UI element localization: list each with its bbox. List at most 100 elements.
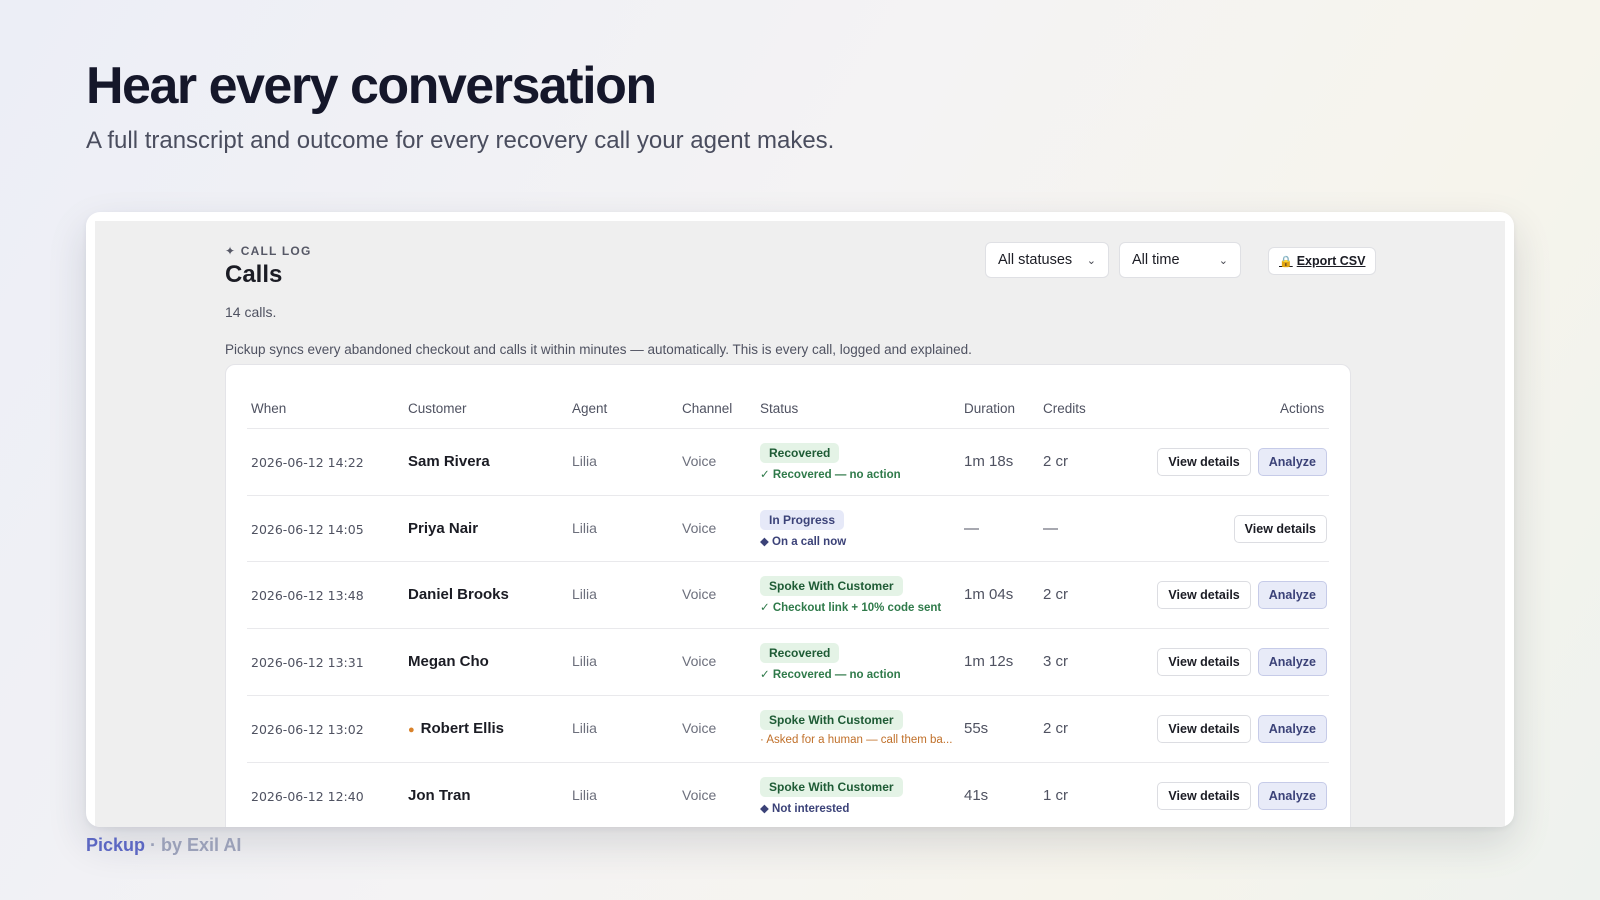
app-window: ✦ CALL LOG Calls 14 calls. All statuses … xyxy=(86,212,1514,827)
calls-table: When Customer Agent Channel Status Durat… xyxy=(225,364,1351,827)
export-csv-label: Export CSV xyxy=(1296,254,1366,268)
view-details-button[interactable]: View details xyxy=(1157,581,1251,609)
call-time: 2026-06-12 14:05 xyxy=(251,522,364,537)
view-details-button[interactable]: View details xyxy=(1233,515,1327,543)
status-note: ✓ Checkout link + 10% code sent xyxy=(760,602,942,614)
call-duration: 55s xyxy=(964,720,989,737)
column-header-when[interactable]: When xyxy=(251,401,286,416)
column-header-channel[interactable]: Channel xyxy=(682,401,732,416)
call-duration: 1m 12s xyxy=(964,653,1014,670)
column-header-actions: Actions xyxy=(1280,401,1325,416)
call-time: 2026-06-12 14:22 xyxy=(251,455,364,470)
analyze-button[interactable]: Analyze xyxy=(1257,648,1327,676)
customer-name[interactable]: ● Robert Ellis xyxy=(408,720,504,737)
section-eyebrow: ✦ CALL LOG xyxy=(225,244,312,258)
row-actions: View details Analyze xyxy=(1157,448,1327,476)
table-row[interactable]: 2026-06-12 13:31 Megan Cho Lilia Voice R… xyxy=(247,628,1329,695)
call-duration: 1m 04s xyxy=(964,586,1014,603)
status-badge: Spoke With Customer xyxy=(760,710,903,730)
analyze-button[interactable]: Analyze xyxy=(1257,715,1327,743)
export-csv-button[interactable]: 🔒 Export CSV xyxy=(1268,247,1377,275)
customer-name[interactable]: Megan Cho xyxy=(408,653,489,670)
page-title: Calls xyxy=(225,261,283,288)
channel: Voice xyxy=(682,787,717,803)
status-note: ✓ Recovered — no action xyxy=(760,469,901,481)
call-credits: — xyxy=(1043,520,1058,537)
agent-name: Lilia xyxy=(572,453,597,469)
customer-name[interactable]: Jon Tran xyxy=(408,787,471,804)
column-header-status[interactable]: Status xyxy=(760,401,798,416)
status-note: · Asked for a human — call them ba... xyxy=(760,734,953,746)
status-badge: Spoke With Customer xyxy=(760,576,903,596)
call-time: 2026-06-12 12:40 xyxy=(251,789,364,804)
table-row[interactable]: 2026-06-12 14:22 Sam Rivera Lilia Voice … xyxy=(247,428,1329,495)
channel: Voice xyxy=(682,653,717,669)
view-details-button[interactable]: View details xyxy=(1157,782,1251,810)
time-filter-value: All time xyxy=(1132,252,1180,268)
row-actions: View details Analyze xyxy=(1157,648,1327,676)
column-header-agent[interactable]: Agent xyxy=(572,401,607,416)
status-note: ◆ Not interested xyxy=(760,803,850,815)
call-time: 2026-06-12 13:31 xyxy=(251,655,364,670)
call-count: 14 calls. xyxy=(225,304,277,320)
row-actions: View details Analyze xyxy=(1157,782,1327,810)
status-cell: Spoke With Customer · Asked for a human … xyxy=(760,710,952,746)
table-header: When Customer Agent Channel Status Durat… xyxy=(226,393,1350,423)
agent-name: Lilia xyxy=(572,720,597,736)
brand-byline: · by Exil AI xyxy=(145,835,242,855)
lock-icon: 🔒 xyxy=(1279,255,1293,268)
customer-name-text: Robert Ellis xyxy=(420,720,505,737)
view-details-button[interactable]: View details xyxy=(1157,648,1251,676)
column-header-customer[interactable]: Customer xyxy=(408,401,467,416)
status-cell: In Progress ◆ On a call now xyxy=(760,510,846,548)
call-time: 2026-06-12 13:02 xyxy=(251,722,364,737)
row-actions: View details Analyze xyxy=(1157,581,1327,609)
row-actions: View details xyxy=(1233,515,1327,543)
column-header-credits[interactable]: Credits xyxy=(1043,401,1086,416)
customer-name[interactable]: Daniel Brooks xyxy=(408,586,509,603)
agent-name: Lilia xyxy=(572,520,597,536)
call-credits: 2 cr xyxy=(1043,453,1069,470)
hero-subtitle: A full transcript and outcome for every … xyxy=(86,127,835,154)
status-note: ◆ On a call now xyxy=(760,536,847,548)
agent-name: Lilia xyxy=(572,653,597,669)
chevron-down-icon: ⌄ xyxy=(1086,254,1096,267)
call-credits: 1 cr xyxy=(1043,787,1069,804)
call-duration: 41s xyxy=(964,787,989,804)
table-row[interactable]: 2026-06-12 13:48 Daniel Brooks Lilia Voi… xyxy=(247,561,1329,628)
brand-name: Pickup xyxy=(86,835,146,855)
analyze-button[interactable]: Analyze xyxy=(1257,448,1327,476)
analyze-button[interactable]: Analyze xyxy=(1257,581,1327,609)
agent-name: Lilia xyxy=(572,787,597,803)
view-details-button[interactable]: View details xyxy=(1157,448,1251,476)
table-row[interactable]: 2026-06-12 13:02 ● Robert Ellis Lilia Voi… xyxy=(247,695,1329,762)
status-cell: Recovered ✓ Recovered — no action xyxy=(760,643,901,681)
customer-name[interactable]: Sam Rivera xyxy=(408,453,490,470)
time-filter-select[interactable]: All time ⌄ xyxy=(1119,242,1241,278)
status-filter-select[interactable]: All statuses ⌄ xyxy=(985,242,1109,278)
agent-name: Lilia xyxy=(572,586,597,602)
call-duration: — xyxy=(964,520,979,537)
flag-dot-icon: ● xyxy=(408,724,415,736)
column-header-duration[interactable]: Duration xyxy=(964,401,1015,416)
status-badge: Recovered xyxy=(760,643,840,663)
view-details-button[interactable]: View details xyxy=(1157,715,1251,743)
brand-footer: Pickup · by Exil AI xyxy=(86,835,241,856)
status-cell: Spoke With Customer ✓ Checkout link + 10… xyxy=(760,576,941,614)
table-row[interactable]: 2026-06-12 12:40 Jon Tran Lilia Voice Sp… xyxy=(247,762,1329,827)
row-actions: View details Analyze xyxy=(1157,715,1327,743)
call-credits: 2 cr xyxy=(1043,586,1069,603)
customer-name[interactable]: Priya Nair xyxy=(408,520,478,537)
status-badge: Recovered xyxy=(760,443,840,463)
call-log-page: ✦ CALL LOG Calls 14 calls. All statuses … xyxy=(95,221,1505,827)
status-badge: In Progress xyxy=(760,510,845,530)
channel: Voice xyxy=(682,520,717,536)
page-description: Pickup syncs every abandoned checkout an… xyxy=(225,342,972,357)
call-time: 2026-06-12 13:48 xyxy=(251,588,364,603)
status-cell: Spoke With Customer ◆ Not interested xyxy=(760,777,903,815)
chevron-down-icon: ⌄ xyxy=(1218,254,1228,267)
channel: Voice xyxy=(682,720,717,736)
analyze-button[interactable]: Analyze xyxy=(1257,782,1327,810)
status-badge: Spoke With Customer xyxy=(760,777,903,797)
table-row[interactable]: 2026-06-12 14:05 Priya Nair Lilia Voice … xyxy=(247,495,1329,562)
